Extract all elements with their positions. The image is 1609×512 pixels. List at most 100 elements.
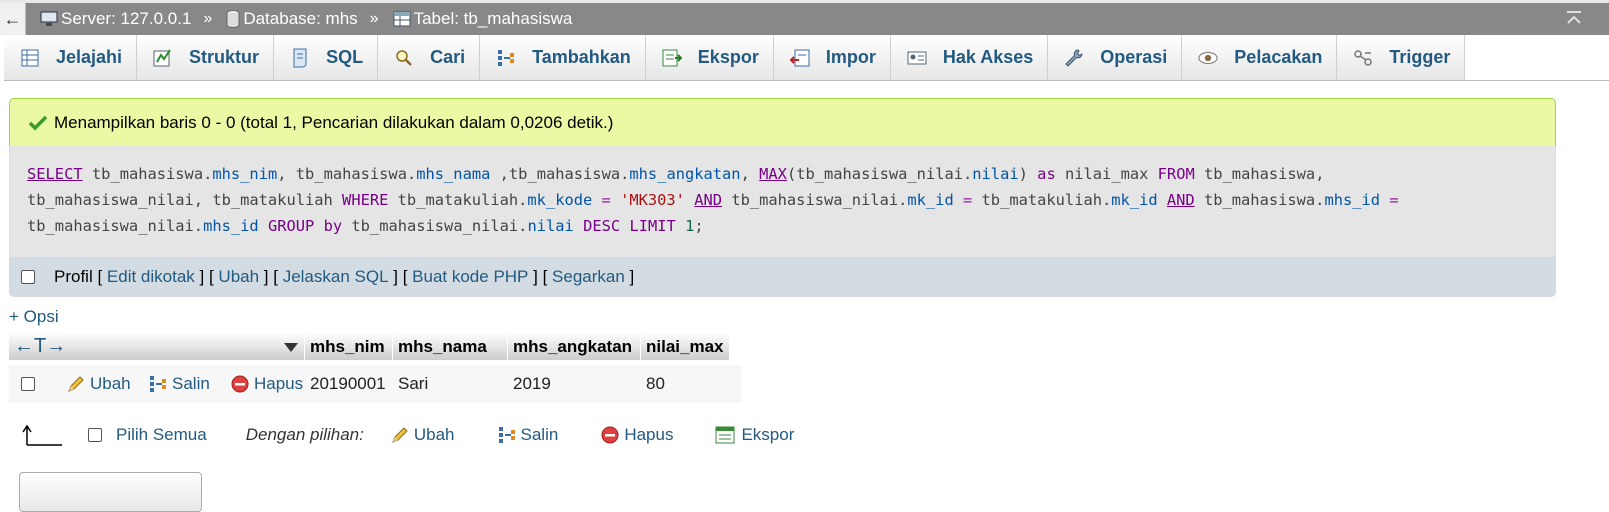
bulk-actions-bar: Pilih Semua Dengan pilihan: Ubah Salin H… bbox=[22, 420, 922, 450]
table-icon bbox=[393, 11, 411, 27]
pencil-icon bbox=[68, 376, 84, 392]
breadcrumb-separator: » bbox=[203, 10, 213, 27]
tab-import[interactable]: Impor bbox=[773, 35, 891, 80]
results-table: ←T→ mhs_nim mhs_nama mhs_angkatan nilai_… bbox=[9, 333, 742, 403]
cell-nilai-max: 80 bbox=[646, 374, 665, 393]
column-header-mhs-angkatan[interactable]: mhs_angkatan bbox=[508, 333, 641, 360]
eye-icon bbox=[1198, 48, 1218, 68]
sql-keyword: GROUP bbox=[267, 217, 315, 235]
row-delete-cell: Hapus bbox=[225, 374, 305, 394]
row-edit-button[interactable]: Ubah bbox=[66, 374, 131, 394]
column-controls: ←T→ bbox=[9, 333, 305, 360]
column-header-mhs-nama[interactable]: mhs_nama bbox=[393, 333, 508, 360]
sql-line-2: tb_mahasiswa_nilai, tb_matakuliah WHERE … bbox=[27, 187, 1539, 213]
sql-text: tb_mahasiswa_nilai. bbox=[722, 191, 908, 209]
import-icon bbox=[789, 48, 810, 68]
sql-keyword[interactable]: AND bbox=[1167, 191, 1195, 209]
sql-operator: = bbox=[1380, 191, 1399, 209]
tab-browse[interactable]: Jelajahi bbox=[4, 35, 138, 80]
sql-text: ,tb_mahasiswa. bbox=[490, 165, 630, 183]
structure-icon bbox=[153, 48, 173, 68]
tab-structure[interactable]: Struktur bbox=[137, 35, 275, 80]
insert-icon bbox=[496, 48, 516, 68]
sql-text: tb_mahasiswa_nilai. bbox=[27, 217, 204, 235]
tab-search[interactable]: Cari bbox=[378, 35, 481, 80]
breadcrumb-bar: ← Server: 127.0.0.1 » Database: mhs » Ta… bbox=[0, 0, 1609, 35]
bulk-edit-button[interactable]: Ubah bbox=[390, 425, 455, 445]
pencil-icon bbox=[391, 427, 408, 443]
refresh-link[interactable]: Segarkan bbox=[552, 267, 625, 287]
edit-link[interactable]: Ubah bbox=[218, 267, 259, 287]
options-link[interactable]: + Opsi bbox=[9, 307, 59, 327]
table-header-row: ←T→ mhs_nim mhs_nama mhs_angkatan nilai_… bbox=[9, 333, 742, 360]
sql-keyword: LIMIT bbox=[629, 217, 676, 235]
bulk-edit-label: Ubah bbox=[413, 425, 455, 444]
sql-text: nilai_max bbox=[1055, 165, 1158, 183]
sql-keyword[interactable]: AND bbox=[694, 191, 722, 209]
sql-field: mhs_nama bbox=[416, 165, 491, 183]
bulk-copy-button[interactable]: Salin bbox=[497, 425, 559, 445]
sql-keyword: as bbox=[1037, 165, 1056, 183]
sql-field: mk_id bbox=[1111, 191, 1158, 209]
delete-icon bbox=[601, 426, 619, 444]
breadcrumb-database[interactable]: Database: mhs bbox=[226, 9, 358, 29]
success-message-text: Menampilkan baris 0 - 0 (total 1, Pencar… bbox=[54, 112, 614, 132]
tab-label: Cari bbox=[430, 47, 466, 67]
select-all-label[interactable]: Pilih Semua bbox=[116, 425, 207, 445]
collapse-icon[interactable] bbox=[1565, 10, 1583, 26]
sql-field: nilai bbox=[972, 165, 1019, 183]
breadcrumb-database-label[interactable]: Database: mhs bbox=[243, 9, 357, 29]
tab-tracking[interactable]: Pelacakan bbox=[1182, 35, 1338, 80]
bulk-delete-label: Hapus bbox=[624, 425, 674, 444]
with-selected-label: Dengan pilihan: bbox=[245, 425, 364, 444]
check-icon bbox=[28, 115, 48, 130]
tab-bar: Jelajahi Struktur SQL Cari Tambahkan Eks… bbox=[4, 35, 1609, 81]
bulk-export-button[interactable]: Ekspor bbox=[715, 425, 794, 445]
tab-label: Struktur bbox=[189, 47, 260, 67]
tab-operations[interactable]: Operasi bbox=[1048, 35, 1183, 80]
export-icon bbox=[715, 426, 735, 444]
sql-keyword: FROM bbox=[1157, 165, 1195, 183]
sql-text: ) bbox=[1018, 165, 1028, 183]
sql-query-display: SELECT tb_mahasiswa.mhs_nim, tb_mahasisw… bbox=[9, 146, 1556, 257]
breadcrumb-table[interactable]: Tabel: tb_mahasiswa bbox=[393, 9, 573, 29]
bulk-delete-button[interactable]: Hapus bbox=[600, 425, 673, 445]
sql-keyword[interactable]: SELECT bbox=[27, 165, 83, 183]
triangle-down-icon[interactable] bbox=[283, 341, 299, 353]
breadcrumb-separator: » bbox=[369, 10, 379, 27]
breadcrumb-server-label[interactable]: Server: 127.0.0.1 bbox=[61, 9, 191, 29]
breadcrumb-server[interactable]: Server: 127.0.0.1 bbox=[40, 9, 191, 29]
profile-checkbox[interactable] bbox=[21, 270, 35, 284]
tab-insert[interactable]: Tambahkan bbox=[480, 35, 646, 80]
back-button[interactable]: ← bbox=[0, 3, 26, 35]
column-header-nilai-max[interactable]: nilai_max bbox=[641, 333, 730, 360]
sql-text: tb_matakuliah. bbox=[388, 191, 528, 209]
breadcrumb-table-label[interactable]: Tabel: tb_mahasiswa bbox=[414, 9, 573, 29]
bulk-export-label: Ekspor bbox=[741, 425, 795, 444]
tab-export[interactable]: Ekspor bbox=[645, 35, 774, 80]
select-all-checkbox[interactable] bbox=[88, 428, 102, 442]
trigger-icon bbox=[1353, 48, 1373, 68]
column-header-mhs-nim[interactable]: mhs_nim bbox=[305, 333, 393, 360]
query-results-operations-button[interactable] bbox=[19, 472, 202, 512]
row-copy-button[interactable]: Salin bbox=[148, 374, 210, 394]
row-delete-button[interactable]: Hapus bbox=[230, 374, 303, 394]
tab-triggers[interactable]: Trigger bbox=[1337, 35, 1466, 80]
cell-mhs-nim: 20190001 bbox=[310, 374, 386, 393]
sql-line-3: tb_mahasiswa_nilai.mhs_id GROUP by tb_ma… bbox=[27, 213, 1539, 239]
edit-inline-link[interactable]: Edit dikotak bbox=[107, 267, 195, 287]
tab-privileges[interactable]: Hak Akses bbox=[890, 35, 1049, 80]
wrench-icon bbox=[1064, 48, 1084, 68]
tab-label: SQL bbox=[326, 47, 364, 67]
tab-label: Impor bbox=[825, 47, 876, 67]
row-checkbox[interactable] bbox=[21, 377, 35, 391]
sql-operator: = bbox=[592, 191, 621, 209]
explain-sql-link[interactable]: Jelaskan SQL bbox=[283, 267, 389, 287]
sql-keyword: DESC bbox=[583, 217, 621, 235]
sql-function[interactable]: MAX bbox=[759, 165, 787, 183]
column-resize-arrows[interactable]: ←T→ bbox=[14, 335, 66, 358]
create-php-code-link[interactable]: Buat kode PHP bbox=[412, 267, 528, 287]
bulk-copy-label: Salin bbox=[520, 425, 559, 444]
row-checkbox-cell bbox=[9, 377, 61, 391]
tab-sql[interactable]: SQL bbox=[274, 35, 379, 80]
